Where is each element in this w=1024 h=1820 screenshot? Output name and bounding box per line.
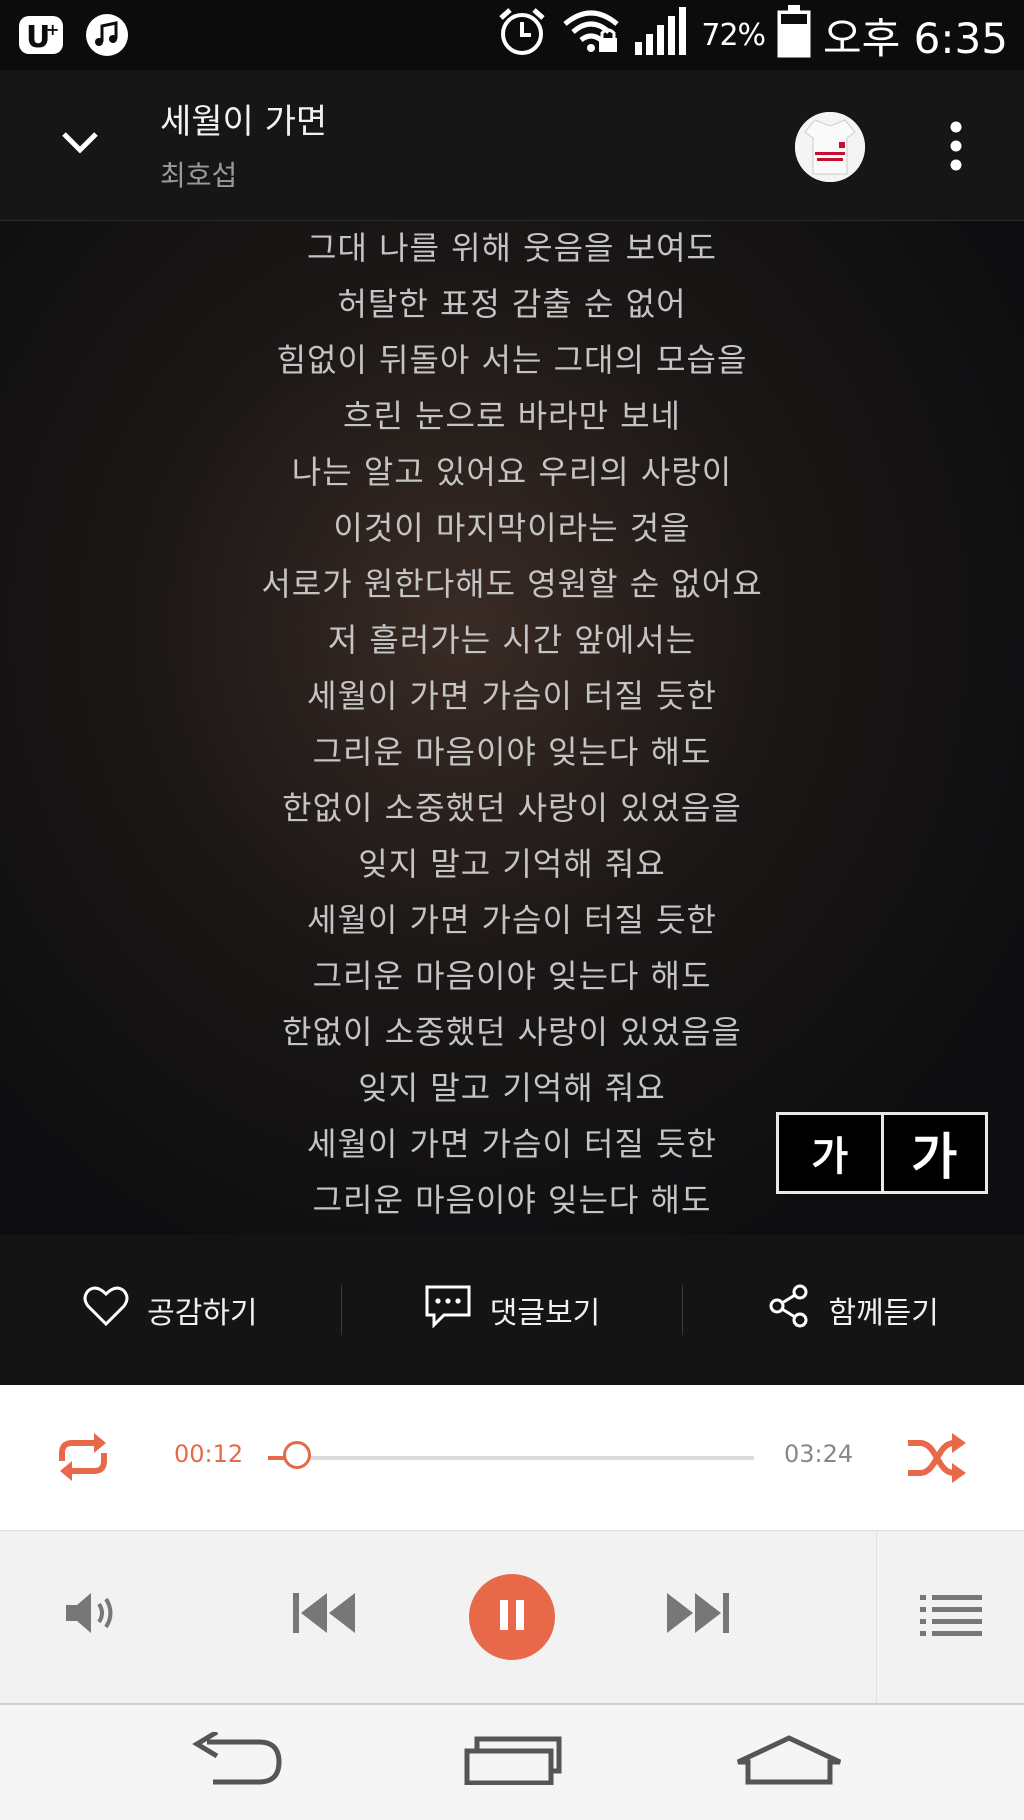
- chevron-down-icon: [60, 129, 100, 159]
- font-size-decrease-button[interactable]: 가: [779, 1115, 884, 1191]
- back-button[interactable]: [182, 1727, 292, 1797]
- volume-button[interactable]: [58, 1583, 122, 1647]
- uplus-icon: U +: [16, 12, 66, 58]
- next-track-button[interactable]: [662, 1581, 734, 1649]
- seek-thumb[interactable]: [282, 1441, 311, 1469]
- skip-previous-icon: [291, 1591, 357, 1639]
- alarm-icon: [495, 4, 549, 67]
- total-time: 03:24: [784, 1440, 854, 1468]
- lyric-line: 저 흘러가는 시간 앞에서는: [327, 621, 697, 659]
- listen-together-label: 함께듣기: [828, 1296, 939, 1331]
- svg-text:+: +: [46, 20, 59, 39]
- lyric-line: 잊지 말고 기억해 줘요: [358, 1069, 666, 1107]
- repeat-button[interactable]: [50, 1427, 116, 1487]
- playback-controls: [0, 1530, 1024, 1706]
- signal-icon: [633, 6, 689, 65]
- album-art-thumbnail[interactable]: [795, 112, 865, 182]
- status-bar: U + 72% 오후 6:35: [0, 0, 1024, 70]
- system-navigation-bar: [0, 1705, 1024, 1820]
- lyric-line: 그대 나를 위해 웃음을 보여도: [307, 229, 717, 267]
- lyric-line: 세월이 가면 가슴이 터질 듯한: [307, 901, 717, 939]
- lyric-line: 한없이 소중했던 사랑이 있었음을: [282, 789, 742, 827]
- home-icon: [734, 1734, 844, 1790]
- collapse-button[interactable]: [46, 110, 114, 178]
- like-label: 공감하기: [147, 1296, 258, 1331]
- listen-together-button[interactable]: 함께듣기: [683, 1235, 1024, 1385]
- comments-button[interactable]: 댓글보기: [342, 1235, 683, 1385]
- pause-button[interactable]: [469, 1574, 555, 1660]
- more-vertical-icon: [949, 121, 963, 175]
- player-header: 세월이 가면 최호섭: [0, 70, 1024, 221]
- status-clock: 오후 6:35: [823, 13, 1008, 63]
- seek-bar[interactable]: [268, 1441, 754, 1469]
- comment-icon: [424, 1284, 472, 1336]
- playback-progress-area: 00:12 03:24: [0, 1385, 1024, 1530]
- lyrics-font-size-control: 가 가: [776, 1112, 988, 1194]
- recent-apps-button[interactable]: [458, 1727, 568, 1797]
- comments-label: 댓글보기: [489, 1296, 601, 1331]
- more-options-button[interactable]: [936, 116, 976, 180]
- song-artist: 최호섭: [160, 159, 238, 192]
- font-size-increase-button[interactable]: 가: [884, 1115, 986, 1191]
- playlist-button[interactable]: [876, 1531, 1024, 1703]
- lyric-line: 그리운 마음이야 잊는다 해도: [312, 733, 712, 771]
- back-icon: [187, 1729, 287, 1792]
- current-time: 00:12: [174, 1440, 244, 1468]
- lyric-line: 세월이 가면 가슴이 터질 듯한: [307, 677, 717, 715]
- song-title: 세월이 가면: [160, 102, 328, 142]
- lyric-line: 그리운 마음이야 잊는다 해도: [312, 957, 712, 995]
- repeat-icon: [50, 1433, 116, 1491]
- shuffle-icon: [904, 1433, 970, 1491]
- music-icon: [82, 12, 132, 58]
- lyrics-panel[interactable]: 그대 나를 위해 웃음을 보여도 허탈한 표정 감출 순 없어 힘없이 뒤돌아 …: [0, 221, 1024, 1235]
- battery-icon: [777, 4, 811, 67]
- battery-percent: 72%: [701, 17, 766, 53]
- wifi-lock-icon: [561, 8, 621, 63]
- lyric-line: 서로가 원한다해도 영원할 순 없어요: [261, 565, 763, 603]
- share-icon: [768, 1284, 810, 1336]
- like-button[interactable]: 공감하기: [0, 1235, 341, 1385]
- playlist-icon: [918, 1592, 984, 1642]
- lyric-line: 잊지 말고 기억해 줘요: [358, 845, 666, 883]
- lyric-line: 힘없이 뒤돌아 서는 그대의 모습을: [276, 341, 748, 379]
- heart-icon: [83, 1285, 129, 1335]
- lyric-line: 흐린 눈으로 바라만 보네: [343, 397, 681, 435]
- skip-next-icon: [665, 1591, 731, 1639]
- pause-icon: [497, 1598, 527, 1636]
- lyric-line: 나는 알고 있어요 우리의 사랑이: [291, 453, 733, 491]
- lyric-line: 이것이 마지막이라는 것을: [333, 509, 691, 547]
- lyric-line: 한없이 소중했던 사랑이 있었음을: [282, 1013, 742, 1051]
- song-actions-bar: 공감하기 댓글보기 함께듣기: [0, 1235, 1024, 1385]
- home-button[interactable]: [734, 1727, 844, 1797]
- lyric-line: 허탈한 표정 감출 순 없어: [337, 285, 687, 323]
- previous-track-button[interactable]: [288, 1581, 360, 1649]
- recent-apps-icon: [463, 1735, 563, 1789]
- shuffle-button[interactable]: [904, 1427, 970, 1487]
- volume-icon: [63, 1590, 117, 1640]
